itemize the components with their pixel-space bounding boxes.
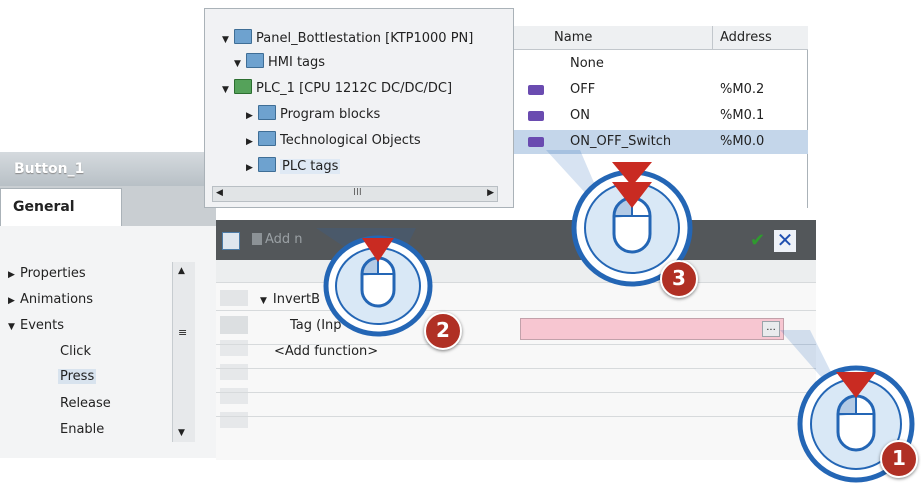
scroll-down-icon[interactable]: ▼ bbox=[178, 428, 185, 438]
column-name[interactable]: Name bbox=[554, 30, 592, 45]
callout-2-mouse-icon bbox=[316, 228, 433, 337]
collapse-arrow-icon: ▼ bbox=[222, 85, 229, 95]
add-function[interactable]: <Add function> bbox=[274, 344, 378, 359]
tree-item-panel[interactable]: ▼ Panel_Bottlestation [KTP1000 PN] bbox=[222, 28, 473, 50]
tag-icon bbox=[528, 85, 544, 95]
add-button[interactable]: Add n bbox=[252, 230, 303, 250]
expand-arrow-icon: ▶ bbox=[246, 163, 253, 173]
inspector-title: Button_1 bbox=[0, 152, 216, 186]
callout-1-badge: 1 bbox=[880, 440, 918, 478]
scroll-up-icon[interactable]: ▲ bbox=[178, 266, 185, 276]
nav-animations[interactable]: ▶ Animations bbox=[8, 292, 93, 307]
folder-icon bbox=[258, 105, 276, 120]
folder-icon bbox=[258, 131, 276, 146]
nav-enable[interactable]: Enable bbox=[60, 422, 104, 437]
tag-row-none[interactable]: None bbox=[514, 52, 808, 76]
collapse-arrow-icon: ▼ bbox=[234, 59, 241, 69]
nav-click[interactable]: Click bbox=[60, 344, 91, 359]
tag-input-field[interactable] bbox=[520, 318, 784, 340]
plc-icon bbox=[234, 79, 252, 94]
tree-horizontal-scrollbar[interactable]: ◀ III ▶ bbox=[212, 186, 498, 202]
nav-release[interactable]: Release bbox=[60, 396, 111, 411]
tree-item-hmi-tags[interactable]: ▼ HMI tags bbox=[234, 52, 325, 74]
folder-icon bbox=[246, 53, 264, 68]
callout-2-badge: 2 bbox=[424, 312, 462, 350]
nav-events[interactable]: ▼ Events bbox=[8, 318, 64, 333]
tree-item-plc-tags[interactable]: ▶ PLC tags bbox=[246, 156, 341, 178]
expand-arrow-icon: ▶ bbox=[8, 270, 15, 280]
tab-general[interactable]: General bbox=[0, 188, 122, 226]
tag-row-on[interactable]: ON %M0.1 bbox=[514, 104, 808, 128]
tree-view-icon[interactable] bbox=[222, 232, 240, 250]
scroll-right-icon[interactable]: ▶ bbox=[487, 188, 494, 198]
callout-3-badge: 3 bbox=[660, 260, 698, 298]
tag-icon bbox=[528, 137, 544, 147]
confirm-icon[interactable]: ✔ bbox=[750, 232, 768, 250]
collapse-arrow-icon: ▼ bbox=[222, 35, 229, 45]
expand-arrow-icon: ▶ bbox=[246, 137, 253, 147]
grip-icon: ≡ bbox=[178, 326, 188, 339]
expand-arrow-icon: ▶ bbox=[8, 296, 15, 306]
tag-row-off[interactable]: OFF %M0.2 bbox=[514, 78, 808, 102]
tree-item-technological-objects[interactable]: ▶ Technological Objects bbox=[246, 130, 421, 152]
folder-icon bbox=[234, 29, 252, 44]
nav-properties[interactable]: ▶ Properties bbox=[8, 266, 86, 281]
collapse-arrow-icon: ▼ bbox=[260, 296, 267, 306]
folder-icon bbox=[258, 157, 276, 172]
tree-item-program-blocks[interactable]: ▶ Program blocks bbox=[246, 104, 380, 126]
inspector-scrollbar[interactable]: ▲ ≡ ▼ bbox=[172, 262, 195, 442]
collapse-arrow-icon: ▼ bbox=[8, 322, 15, 332]
scroll-left-icon[interactable]: ◀ bbox=[216, 188, 223, 198]
nav-press[interactable]: Press bbox=[58, 369, 97, 384]
tag-icon bbox=[528, 111, 544, 121]
grip-icon: III bbox=[353, 187, 362, 198]
column-address[interactable]: Address bbox=[720, 30, 772, 45]
tag-table-header: Name Address bbox=[514, 26, 808, 50]
expand-arrow-icon: ▶ bbox=[246, 111, 253, 121]
add-icon bbox=[252, 233, 262, 245]
tree-item-plc[interactable]: ▼ PLC_1 [CPU 1212C DC/DC/DC] bbox=[222, 78, 452, 100]
cancel-icon[interactable]: ✕ bbox=[774, 230, 796, 252]
